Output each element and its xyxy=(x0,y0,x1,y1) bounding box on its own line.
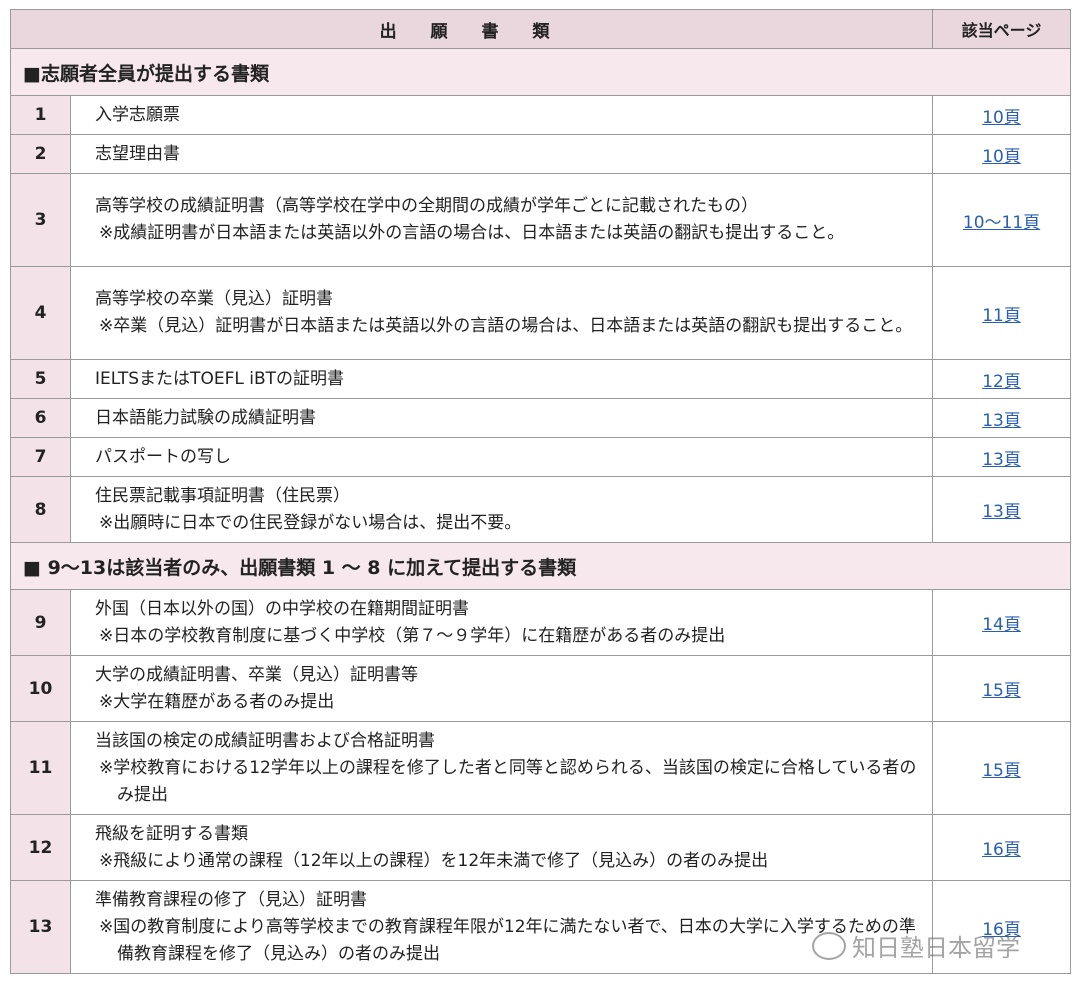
page-link[interactable]: 11頁 xyxy=(982,306,1021,326)
row-number: 10 xyxy=(10,655,71,722)
row-number: 13 xyxy=(10,880,71,974)
document-note: ※成績証明書が日本語または英語以外の言語の場合は、日本語または英語の翻訳も提出す… xyxy=(99,223,845,243)
document-note: ※国の教育制度により高等学校までの教育課程年限が12年に満たない者で、日本の大学… xyxy=(99,916,916,964)
page-link[interactable]: 10頁 xyxy=(982,147,1021,167)
page-cell: 10頁 xyxy=(932,134,1072,174)
document-cell: 入学志願票 xyxy=(69,95,934,135)
chat-bubble-icon xyxy=(812,931,846,960)
document-cell: 志望理由書 xyxy=(69,134,934,174)
page-cell: 13頁 xyxy=(932,476,1072,543)
page-cell: 10頁 xyxy=(932,95,1072,135)
section-title: ■ 9～13は該当者のみ、出願書類 1 ～ 8 に加えて提出する書類 xyxy=(9,542,1072,590)
page-cell: 13頁 xyxy=(932,398,1072,438)
row-number: 6 xyxy=(10,398,71,438)
document-name: パスポートの写し xyxy=(95,446,231,467)
section-title: ■志願者全員が提出する書類 xyxy=(9,48,1072,96)
document-name: 大学の成績証明書、卒業（見込）証明書等 xyxy=(95,664,418,685)
document-cell: 住民票記載事項証明書（住民票） ※出願時に日本での住民登録がない場合は、提出不要。 xyxy=(69,476,934,543)
header-docs: 出 願 書 類 xyxy=(9,9,934,49)
row-number: 11 xyxy=(10,721,71,815)
page-cell: 14頁 xyxy=(932,589,1072,656)
page-link[interactable]: 13頁 xyxy=(982,411,1021,431)
page-link[interactable]: 12頁 xyxy=(982,372,1021,392)
table-row: 7 パスポートの写し 13頁 xyxy=(10,437,1072,477)
document-name: 志望理由書 xyxy=(95,143,180,164)
page-cell: 15頁 xyxy=(932,721,1072,815)
page-link[interactable]: 15頁 xyxy=(982,761,1021,781)
page-link[interactable]: 10頁 xyxy=(982,108,1021,128)
document-note: ※日本の学校教育制度に基づく中学校（第７～９学年）に在籍歴がある者のみ提出 xyxy=(99,625,726,646)
documents-table-wrapper: 出 願 書 類 該当ページ ■志願者全員が提出する書類 1 入学志願票 10頁 … xyxy=(9,9,1072,974)
page-link[interactable]: 13頁 xyxy=(982,502,1021,522)
table-row: 6 日本語能力試験の成績証明書 13頁 xyxy=(10,398,1072,438)
table-row: 4 高等学校の卒業（見込）証明書 ※卒業（見込）証明書が日本語または英語以外の言語… xyxy=(10,266,1072,360)
page-cell: 13頁 xyxy=(932,437,1072,477)
page-link[interactable]: 15頁 xyxy=(982,681,1021,701)
row-number: 7 xyxy=(10,437,71,477)
row-number: 12 xyxy=(10,814,71,881)
table-row: 2 志望理由書 10頁 xyxy=(10,134,1072,174)
row-number: 1 xyxy=(10,95,71,135)
document-cell: 飛級を証明する書類 ※飛級により通常の課程（12年以上の課程）を12年未満で修了（… xyxy=(69,814,934,881)
table-row: 3 高等学校の成績証明書（高等学校在学中の全期間の成績が学年ごとに記載されたもの… xyxy=(10,173,1072,267)
document-name: 当該国の検定の成績証明書および合格証明書 xyxy=(95,730,435,751)
document-cell: 大学の成績証明書、卒業（見込）証明書等 ※大学在籍歴がある者のみ提出 xyxy=(69,655,934,722)
row-number: 8 xyxy=(10,476,71,543)
header-page: 該当ページ xyxy=(932,9,1072,49)
watermark-text: 知日塾日本留学 xyxy=(852,934,1020,962)
page-link[interactable]: 13頁 xyxy=(982,450,1021,470)
page-link[interactable]: 10～11頁 xyxy=(963,213,1040,233)
document-cell: 準備教育課程の修了（見込）証明書 ※国の教育制度により高等学校までの教育課程年限が… xyxy=(69,880,934,974)
row-number: 9 xyxy=(10,589,71,656)
table-row: 8 住民票記載事項証明書（住民票） ※出願時に日本での住民登録がない場合は、提出不… xyxy=(10,476,1072,543)
document-name: 高等学校の卒業（見込）証明書 xyxy=(95,289,333,309)
table-header: 出 願 書 類 該当ページ xyxy=(9,9,1072,49)
document-name: IELTSまたはTOEFL iBTの証明書 xyxy=(95,368,344,389)
document-cell: IELTSまたはTOEFL iBTの証明書 xyxy=(69,359,934,399)
document-name: 飛級を証明する書類 xyxy=(95,823,248,844)
watermark: 知日塾日本留学 xyxy=(812,928,1020,963)
row-number: 3 xyxy=(10,173,71,267)
document-name: 高等学校の成績証明書（高等学校在学中の全期間の成績が学年ごとに記載されたもの） xyxy=(95,196,758,216)
section-row-optional: ■ 9～13は該当者のみ、出願書類 1 ～ 8 に加えて提出する書類 xyxy=(9,542,1072,590)
table-row: 12 飛級を証明する書類 ※飛級により通常の課程（12年以上の課程）を12年未満で… xyxy=(10,814,1072,881)
document-name: 住民票記載事項証明書（住民票） xyxy=(95,485,350,506)
page-cell: 11頁 xyxy=(932,266,1072,360)
table-row: 10 大学の成績証明書、卒業（見込）証明書等 ※大学在籍歴がある者のみ提出 15頁 xyxy=(10,655,1072,722)
document-note: ※出願時に日本での住民登録がない場合は、提出不要。 xyxy=(99,512,522,533)
document-name: 外国（日本以外の国）の中学校の在籍期間証明書 xyxy=(95,598,469,619)
page-link[interactable]: 14頁 xyxy=(982,615,1021,635)
table-row: 5 IELTSまたはTOEFL iBTの証明書 12頁 xyxy=(10,359,1072,399)
row-number: 2 xyxy=(10,134,71,174)
document-cell: 外国（日本以外の国）の中学校の在籍期間証明書 ※日本の学校教育制度に基づく中学校（… xyxy=(69,589,934,656)
document-note: ※学校教育における12学年以上の課程を修了した者と同等と認められる、当該国の検定… xyxy=(99,757,917,805)
document-name: 準備教育課程の修了（見込）証明書 xyxy=(95,889,367,910)
table-row: 11 当該国の検定の成績証明書および合格証明書 ※学校教育における12学年以上の課… xyxy=(10,721,1072,815)
documents-table: 出 願 書 類 該当ページ ■志願者全員が提出する書類 1 入学志願票 10頁 … xyxy=(9,9,1072,974)
page-cell: 16頁 xyxy=(932,814,1072,881)
table-row: 1 入学志願票 10頁 xyxy=(10,95,1072,135)
document-cell: 高等学校の成績証明書（高等学校在学中の全期間の成績が学年ごとに記載されたもの） ※… xyxy=(69,173,934,267)
document-cell: 高等学校の卒業（見込）証明書 ※卒業（見込）証明書が日本語または英語以外の言語の場… xyxy=(69,266,934,360)
document-cell: 日本語能力試験の成績証明書 xyxy=(69,398,934,438)
document-note: ※卒業（見込）証明書が日本語または英語以外の言語の場合は、日本語または英語の翻訳… xyxy=(99,316,913,336)
page-cell: 15頁 xyxy=(932,655,1072,722)
page-cell: 12頁 xyxy=(932,359,1072,399)
row-number: 4 xyxy=(10,266,71,360)
page-link[interactable]: 16頁 xyxy=(982,840,1021,860)
document-note: ※大学在籍歴がある者のみ提出 xyxy=(99,691,335,712)
section-row-all: ■志願者全員が提出する書類 xyxy=(9,48,1072,96)
page-cell: 10～11頁 xyxy=(932,173,1072,267)
document-cell: 当該国の検定の成績証明書および合格証明書 ※学校教育における12学年以上の課程を修… xyxy=(69,721,934,815)
document-name: 日本語能力試験の成績証明書 xyxy=(95,407,316,428)
table-row: 9 外国（日本以外の国）の中学校の在籍期間証明書 ※日本の学校教育制度に基づく中学… xyxy=(10,589,1072,656)
document-note: ※飛級により通常の課程（12年以上の課程）を12年未満で修了（見込み）の者のみ提… xyxy=(99,850,769,871)
document-cell: パスポートの写し xyxy=(69,437,934,477)
document-name: 入学志願票 xyxy=(95,104,180,125)
row-number: 5 xyxy=(10,359,71,399)
